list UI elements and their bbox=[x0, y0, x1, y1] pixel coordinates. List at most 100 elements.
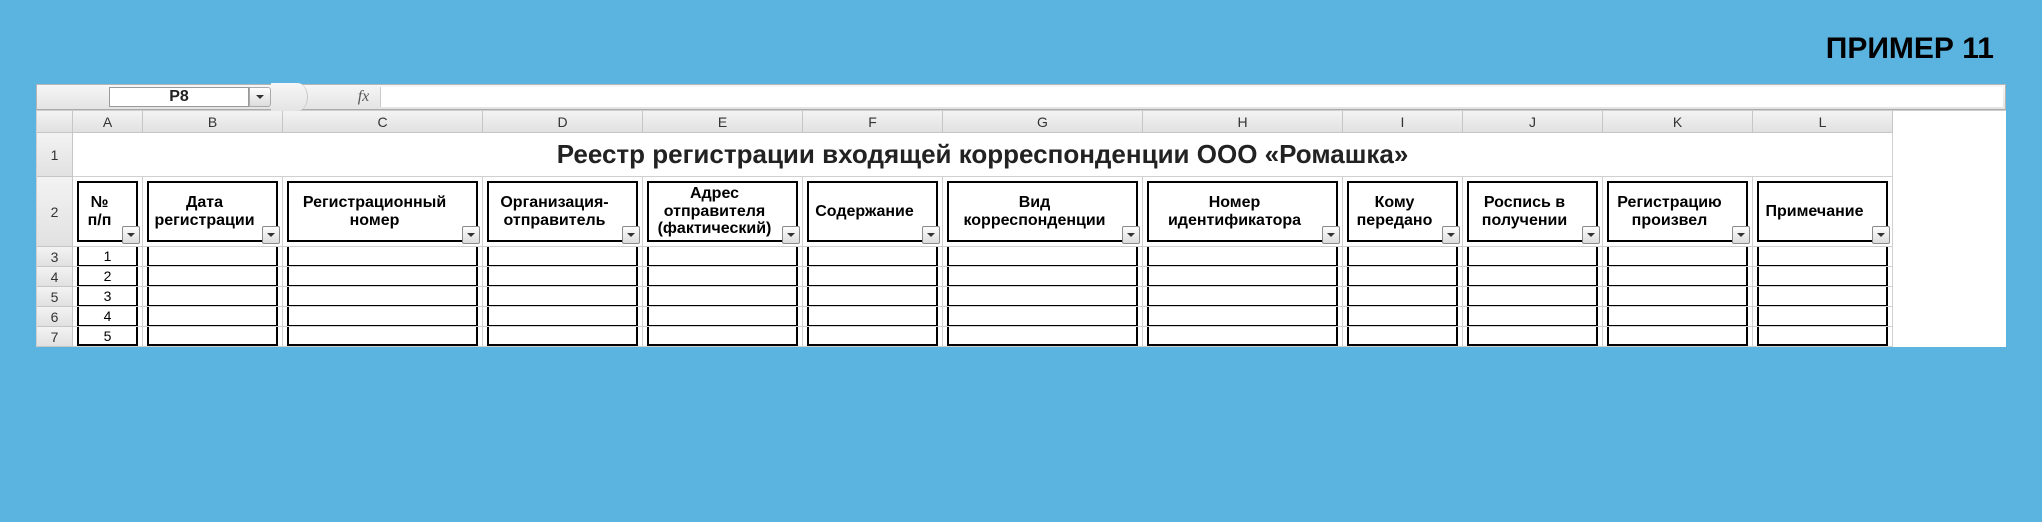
cell-A4[interactable]: 2 bbox=[73, 267, 143, 287]
cell-A5[interactable]: 3 bbox=[73, 287, 143, 307]
cell-G7[interactable] bbox=[943, 327, 1143, 347]
cell-F6[interactable] bbox=[803, 307, 943, 327]
filter-button[interactable] bbox=[462, 226, 480, 244]
cell-C5[interactable] bbox=[283, 287, 483, 307]
cell-J7[interactable] bbox=[1463, 327, 1603, 347]
insert-function-button[interactable]: fx bbox=[347, 87, 381, 107]
cell-D5[interactable] bbox=[483, 287, 643, 307]
cell-C4[interactable] bbox=[283, 267, 483, 287]
col-header-D[interactable]: D bbox=[483, 111, 643, 133]
cell-I7[interactable] bbox=[1343, 327, 1463, 347]
cell-D7[interactable] bbox=[483, 327, 643, 347]
cell-F4[interactable] bbox=[803, 267, 943, 287]
cell-G5[interactable] bbox=[943, 287, 1143, 307]
cell-G3[interactable] bbox=[943, 247, 1143, 267]
cell-J6[interactable] bbox=[1463, 307, 1603, 327]
col-header-J[interactable]: J bbox=[1463, 111, 1603, 133]
cell-D6[interactable] bbox=[483, 307, 643, 327]
name-box-dropdown[interactable] bbox=[249, 87, 271, 107]
col-header-H[interactable]: H bbox=[1143, 111, 1343, 133]
name-box[interactable]: P8 bbox=[109, 87, 249, 107]
cell-K5[interactable] bbox=[1603, 287, 1753, 307]
cell-D2[interactable]: Организация-отправитель bbox=[483, 177, 643, 247]
cell-H2[interactable]: Номер идентификатора bbox=[1143, 177, 1343, 247]
row-header-2[interactable]: 2 bbox=[37, 177, 73, 247]
cell-L3[interactable] bbox=[1753, 247, 1893, 267]
row-header-6[interactable]: 6 bbox=[37, 307, 73, 327]
cell-B5[interactable] bbox=[143, 287, 283, 307]
filter-button[interactable] bbox=[782, 226, 800, 244]
filter-button[interactable] bbox=[1872, 226, 1890, 244]
cell-K3[interactable] bbox=[1603, 247, 1753, 267]
filter-button[interactable] bbox=[122, 226, 140, 244]
cell-A3[interactable]: 1 bbox=[73, 247, 143, 267]
col-header-F[interactable]: F bbox=[803, 111, 943, 133]
cell-E6[interactable] bbox=[643, 307, 803, 327]
cell-B2[interactable]: Дата регистрации bbox=[143, 177, 283, 247]
cell-A7[interactable]: 5 bbox=[73, 327, 143, 347]
cell-E7[interactable] bbox=[643, 327, 803, 347]
cell-C6[interactable] bbox=[283, 307, 483, 327]
col-header-G[interactable]: G bbox=[943, 111, 1143, 133]
cell-E3[interactable] bbox=[643, 247, 803, 267]
col-header-K[interactable]: K bbox=[1603, 111, 1753, 133]
cell-F5[interactable] bbox=[803, 287, 943, 307]
col-header-B[interactable]: B bbox=[143, 111, 283, 133]
cell-E5[interactable] bbox=[643, 287, 803, 307]
cell-L7[interactable] bbox=[1753, 327, 1893, 347]
cell-A6[interactable]: 4 bbox=[73, 307, 143, 327]
cell-A2[interactable]: № п/п bbox=[73, 177, 143, 247]
filter-button[interactable] bbox=[262, 226, 280, 244]
cell-J5[interactable] bbox=[1463, 287, 1603, 307]
cell-L5[interactable] bbox=[1753, 287, 1893, 307]
cell-F7[interactable] bbox=[803, 327, 943, 347]
col-header-E[interactable]: E bbox=[643, 111, 803, 133]
cell-B4[interactable] bbox=[143, 267, 283, 287]
filter-button[interactable] bbox=[1122, 226, 1140, 244]
cell-D4[interactable] bbox=[483, 267, 643, 287]
row-header-5[interactable]: 5 bbox=[37, 287, 73, 307]
cell-J4[interactable] bbox=[1463, 267, 1603, 287]
filter-button[interactable] bbox=[922, 226, 940, 244]
cell-G6[interactable] bbox=[943, 307, 1143, 327]
cell-J2[interactable]: Роспись в получении bbox=[1463, 177, 1603, 247]
col-header-I[interactable]: I bbox=[1343, 111, 1463, 133]
cell-F2[interactable]: Содержание bbox=[803, 177, 943, 247]
cell-I3[interactable] bbox=[1343, 247, 1463, 267]
cell-L2[interactable]: Примечание bbox=[1753, 177, 1893, 247]
row-header-3[interactable]: 3 bbox=[37, 247, 73, 267]
row-header-1[interactable]: 1 bbox=[37, 133, 73, 177]
col-header-A[interactable]: A bbox=[73, 111, 143, 133]
cell-J3[interactable] bbox=[1463, 247, 1603, 267]
cell-K4[interactable] bbox=[1603, 267, 1753, 287]
cell-H4[interactable] bbox=[1143, 267, 1343, 287]
filter-button[interactable] bbox=[622, 226, 640, 244]
filter-button[interactable] bbox=[1732, 226, 1750, 244]
cell-I2[interactable]: Кому передано bbox=[1343, 177, 1463, 247]
cell-G2[interactable]: Вид корреспонденции bbox=[943, 177, 1143, 247]
cell-L4[interactable] bbox=[1753, 267, 1893, 287]
row-header-4[interactable]: 4 bbox=[37, 267, 73, 287]
cell-G4[interactable] bbox=[943, 267, 1143, 287]
cell-H6[interactable] bbox=[1143, 307, 1343, 327]
sheet-title[interactable]: Реестр регистрации входящей корреспонден… bbox=[73, 133, 1893, 177]
cell-H3[interactable] bbox=[1143, 247, 1343, 267]
cell-K6[interactable] bbox=[1603, 307, 1753, 327]
cell-H5[interactable] bbox=[1143, 287, 1343, 307]
filter-button[interactable] bbox=[1442, 226, 1460, 244]
col-header-L[interactable]: L bbox=[1753, 111, 1893, 133]
cell-K7[interactable] bbox=[1603, 327, 1753, 347]
select-all-corner[interactable] bbox=[37, 111, 73, 133]
cell-I6[interactable] bbox=[1343, 307, 1463, 327]
cell-B7[interactable] bbox=[143, 327, 283, 347]
cell-K2[interactable]: Регистрацию произвел bbox=[1603, 177, 1753, 247]
col-header-C[interactable]: C bbox=[283, 111, 483, 133]
cell-I4[interactable] bbox=[1343, 267, 1463, 287]
row-header-7[interactable]: 7 bbox=[37, 327, 73, 347]
formula-input[interactable] bbox=[381, 87, 2003, 107]
cell-I5[interactable] bbox=[1343, 287, 1463, 307]
filter-button[interactable] bbox=[1322, 226, 1340, 244]
cell-E4[interactable] bbox=[643, 267, 803, 287]
cell-D3[interactable] bbox=[483, 247, 643, 267]
cell-C3[interactable] bbox=[283, 247, 483, 267]
